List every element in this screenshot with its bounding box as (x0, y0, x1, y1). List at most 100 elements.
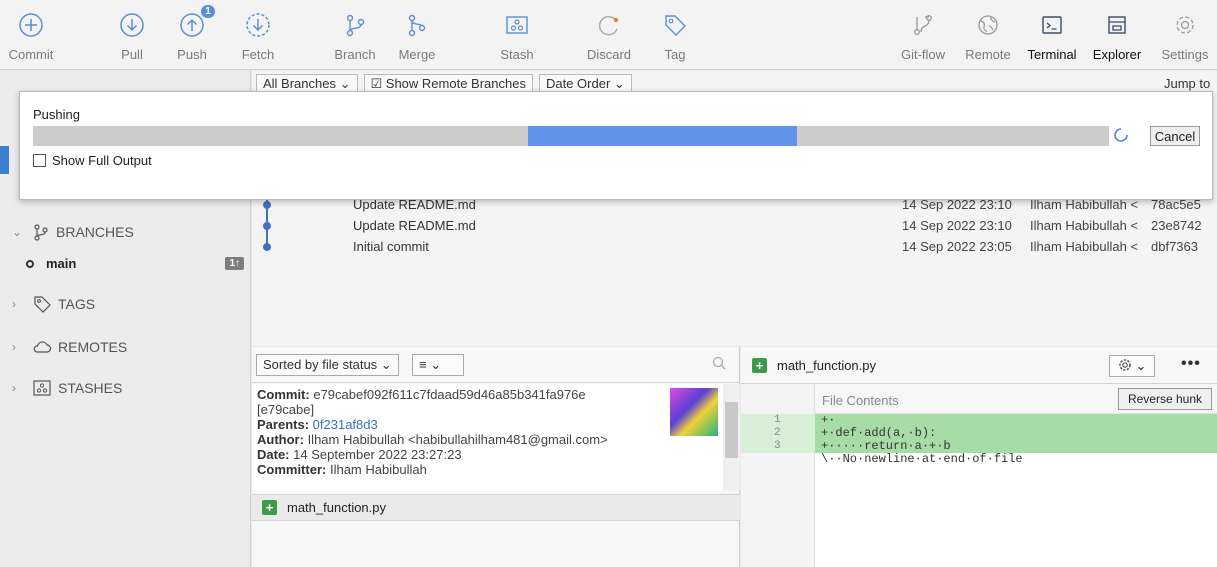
commit-date: 14 Sep 2022 23:10 (902, 218, 1012, 233)
no-newline-notice: \··No·newline·at·end·of·file (815, 453, 1217, 466)
checkbox-box (33, 154, 46, 167)
chevron-down-icon: ⌄ (12, 225, 23, 239)
merge-label: Merge (398, 47, 436, 62)
show-full-output-checkbox[interactable]: Show Full Output (33, 153, 152, 168)
file-name: math_function.py (287, 500, 387, 515)
hunk-header: File Contents Reverse hunk (815, 384, 1217, 414)
author-value: Ilham Habibullah <habibullahilham481@gma… (307, 432, 608, 447)
stash-label: Stash (500, 47, 534, 62)
stashes-label: STASHES (58, 380, 123, 396)
commit-node (263, 222, 271, 230)
commit-full-hash: e79cabef092f611c7fdaad59d46a85b341fa976e (313, 387, 586, 402)
gitflow-button[interactable]: Git-flow (895, 0, 951, 70)
commit-author: Ilham Habibullah < (1030, 218, 1139, 233)
stash-icon (32, 379, 52, 397)
sidebar-branches-header[interactable]: ⌄ BRANCHES (12, 223, 134, 241)
tag-icon (658, 8, 692, 42)
committer-value: Ilham Habibullah (329, 462, 427, 477)
commit-details-pane: Sorted by file status ⌄ ≡ ⌄ Commit: e79c… (252, 347, 740, 567)
commit-info: Commit: e79cabef092f611c7fdaad59d46a85b3… (252, 384, 740, 490)
commit-button[interactable]: Commit (0, 0, 62, 70)
avatar (670, 388, 718, 436)
line-number: 3 (774, 440, 781, 452)
push-button[interactable]: 1 Push (172, 0, 215, 70)
branch-button[interactable]: Branch (330, 0, 380, 70)
view-mode-select[interactable]: ≡ ⌄ (412, 354, 464, 376)
commit-row[interactable]: Initial commit 14 Sep 2022 23:05 Ilham H… (252, 237, 1217, 257)
remotes-label: REMOTES (58, 339, 128, 355)
parent-link[interactable]: 0f231af8d3 (313, 417, 378, 432)
commit-hash: dbf7363 (1151, 239, 1198, 254)
pushing-dialog: Pushing Cancel Show Full Output (19, 91, 1213, 200)
terminal-label: Terminal (1027, 47, 1077, 62)
jump-to-label: Jump to (1164, 76, 1211, 91)
author-key: Author: (257, 432, 304, 447)
diff-file-name: math_function.py (777, 357, 877, 373)
more-options-icon[interactable]: ••• (1181, 355, 1201, 373)
diff-options-button[interactable]: ⌄ (1109, 355, 1155, 377)
branch-filter-value: All Branches (263, 76, 336, 91)
reverse-hunk-button[interactable]: Reverse hunk (1118, 388, 1212, 410)
gitflow-icon (906, 8, 940, 42)
hunk-title: File Contents (822, 393, 899, 408)
plus-circle-icon (14, 8, 48, 42)
cancel-button[interactable]: Cancel (1150, 126, 1200, 146)
sidebar-remotes-header[interactable]: › REMOTES (12, 339, 127, 355)
diff-view: File Contents Reverse hunk 1 2 3 +· +·de… (741, 383, 1217, 567)
date-line: Date: 14 September 2022 23:27:23 (257, 447, 735, 462)
explorer-button[interactable]: Explorer (1088, 0, 1146, 70)
list-icon: ≡ (419, 357, 427, 372)
commit-node (263, 243, 271, 251)
file-list-item[interactable]: + math_function.py (252, 494, 740, 521)
scrollbar[interactable] (723, 384, 740, 490)
selection-indicator (0, 146, 9, 174)
gear-icon (1168, 8, 1202, 42)
stash-icon (500, 8, 534, 42)
commit-node (263, 201, 271, 209)
tag-button[interactable]: Tag (660, 0, 690, 70)
search-icon[interactable] (712, 356, 726, 373)
discard-icon (592, 8, 626, 42)
sidebar-item-main[interactable]: main 1↑ (26, 256, 244, 271)
tags-label: TAGS (58, 296, 96, 312)
committer-line: Committer: Ilham Habibullah (257, 462, 735, 477)
commit-short-hash: [e79cabe] (257, 402, 315, 417)
merge-icon (400, 8, 434, 42)
branch-icon (32, 223, 50, 241)
fetch-icon (241, 8, 275, 42)
commit-row[interactable]: Update README.md 14 Sep 2022 23:10 Ilham… (252, 216, 1217, 236)
line-number: 1 (774, 414, 781, 426)
branches-label: BRANCHES (56, 224, 134, 240)
show-remote-label: Show Remote Branches (385, 76, 526, 91)
scrollbar-thumb[interactable] (725, 402, 738, 458)
pull-label: Pull (121, 47, 143, 62)
order-value: Date Order (545, 76, 611, 91)
discard-button[interactable]: Discard (584, 0, 634, 70)
sort-select[interactable]: Sorted by file status ⌄ (256, 354, 399, 376)
arrow-down-circle-icon (115, 8, 149, 42)
terminal-button[interactable]: Terminal (1025, 0, 1079, 70)
added-file-icon: + (752, 357, 767, 373)
progress-fill (528, 126, 797, 146)
files-toolbar: Sorted by file status ⌄ ≡ ⌄ (252, 347, 740, 383)
sidebar-stashes-header[interactable]: › STASHES (12, 379, 122, 397)
fetch-button[interactable]: Fetch (238, 0, 278, 70)
push-label: Push (177, 47, 207, 62)
stash-button[interactable]: Stash (495, 0, 539, 70)
remote-button[interactable]: Remote (962, 0, 1014, 70)
merge-button[interactable]: Merge (392, 0, 442, 70)
remote-label: Remote (965, 47, 1011, 62)
pull-button[interactable]: Pull (112, 0, 152, 70)
author-line: Author: Ilham Habibullah <habibullahilha… (257, 432, 735, 447)
commit-message: Initial commit (353, 239, 429, 254)
globe-icon (971, 8, 1005, 42)
diff-pane: + math_function.py ⌄ ••• File Contents R… (741, 347, 1217, 567)
sidebar-tags-header[interactable]: › TAGS (12, 294, 95, 314)
line-numbers: 1 2 3 (774, 414, 781, 453)
discard-label: Discard (586, 47, 632, 62)
commit-author: Ilham Habibullah < (1030, 239, 1139, 254)
settings-button[interactable]: Settings (1156, 0, 1214, 70)
ahead-count-badge: 1↑ (225, 257, 244, 270)
date-key: Date: (257, 447, 290, 462)
line-gutter (741, 384, 815, 567)
